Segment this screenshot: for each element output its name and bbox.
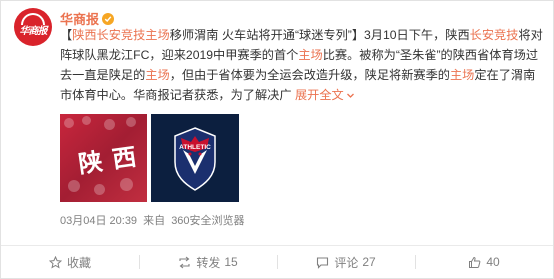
title-bracket-open: 【 bbox=[60, 28, 73, 42]
expand-label: 展开全文 bbox=[294, 88, 344, 102]
repost-button[interactable]: 转发 15 bbox=[139, 246, 277, 278]
like-button[interactable]: 40 bbox=[415, 246, 553, 278]
comment-icon bbox=[316, 256, 329, 269]
star-icon bbox=[48, 255, 62, 269]
crowd-shape bbox=[126, 117, 136, 127]
thumbs-up-icon bbox=[468, 256, 481, 269]
crowd-shape bbox=[94, 184, 105, 195]
topic-link[interactable]: 陕西长安竞技主场 bbox=[72, 28, 170, 42]
repost-icon bbox=[178, 256, 191, 269]
crowd-shape bbox=[120, 178, 133, 191]
like-count: 40 bbox=[486, 255, 500, 269]
comment-label: 评论 bbox=[334, 255, 359, 270]
crowd-shape bbox=[82, 116, 91, 125]
crowd-shape bbox=[64, 118, 74, 128]
post-date[interactable]: 03月04日 20:39 bbox=[60, 215, 137, 227]
body-text: ，但由于省体要为全运会改造升级，陕足将新赛季的 bbox=[169, 68, 450, 82]
club-crest-logo: ATHLETIC bbox=[174, 127, 216, 191]
post-text: 【陕西长安竞技主场移师渭南 火车站将开通“球迷专列”】3月10日下午，陕西长安竞… bbox=[60, 25, 544, 105]
repost-label: 转发 bbox=[196, 255, 221, 270]
crowd-shape bbox=[104, 119, 115, 130]
comment-button[interactable]: 评论 27 bbox=[277, 246, 415, 278]
title-text: 移师渭南 火车站将开通“球迷专列” bbox=[169, 28, 352, 42]
keyword-link[interactable]: 主场 bbox=[145, 68, 169, 82]
banner-text: 陕西 bbox=[76, 140, 147, 179]
source-prefix: 来自 bbox=[143, 215, 166, 227]
crowd-shape bbox=[68, 180, 80, 192]
keyword-link[interactable]: 主场 bbox=[298, 48, 322, 62]
avatar[interactable]: 华商报 bbox=[14, 8, 52, 46]
chevron-down-icon bbox=[346, 93, 354, 99]
verified-badge-icon bbox=[102, 12, 115, 25]
weibo-post-card: 华商报 华商报 【陕西长安竞技主场移师渭南 火车站将开通“球迷专列”】3月10日… bbox=[0, 0, 554, 279]
club-crest-image[interactable]: ATHLETIC bbox=[151, 114, 239, 202]
body-text: 3月10日下午，陕西 bbox=[364, 28, 470, 42]
expand-full-text-link[interactable]: 展开全文 bbox=[295, 88, 355, 102]
favorite-label: 收藏 bbox=[66, 255, 91, 270]
crest-label: ATHLETIC bbox=[179, 144, 211, 151]
action-bar: 收藏 转发 15 评论 27 40 bbox=[1, 246, 553, 278]
favorite-button[interactable]: 收藏 bbox=[1, 246, 139, 278]
post-source: 360安全浏览器 bbox=[171, 215, 245, 227]
post-meta: 03月04日 20:39 来自 360安全浏览器 bbox=[60, 212, 248, 228]
title-bracket-close: 】 bbox=[351, 28, 365, 42]
fan-banner-photo[interactable]: 陕西 bbox=[60, 114, 147, 202]
keyword-link[interactable]: 主场 bbox=[450, 68, 474, 82]
avatar-label: 华商报 bbox=[19, 26, 48, 37]
comment-count: 27 bbox=[362, 255, 376, 269]
keyword-link[interactable]: 长安竞技 bbox=[470, 28, 519, 42]
repost-count: 15 bbox=[224, 255, 238, 269]
